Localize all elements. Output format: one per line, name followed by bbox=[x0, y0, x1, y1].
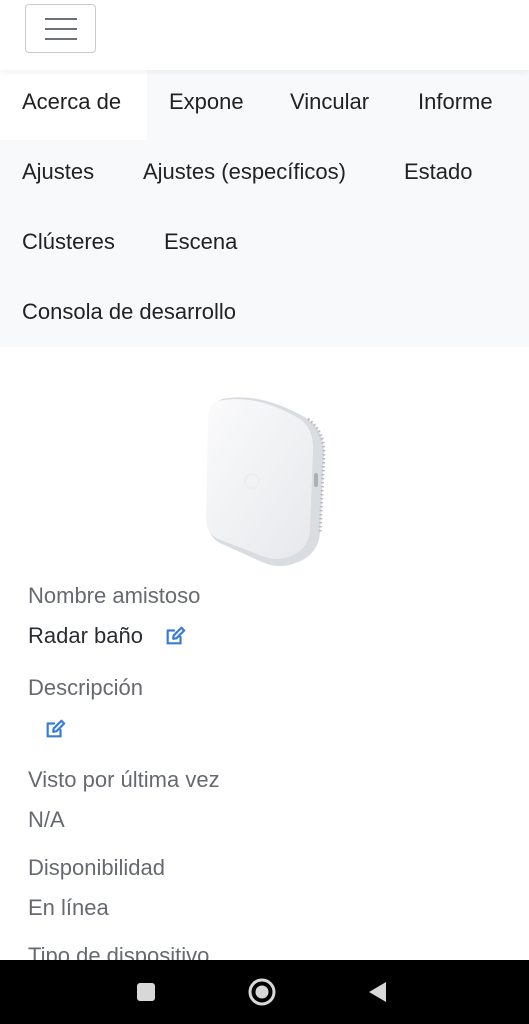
hamburger-line bbox=[45, 28, 77, 30]
hamburger-line bbox=[45, 38, 77, 40]
tab-reporting[interactable]: Informe bbox=[418, 70, 493, 140]
availability-value: En línea bbox=[28, 895, 109, 920]
tab-bind[interactable]: Vincular bbox=[290, 70, 369, 140]
friendly-name-label: Nombre amistoso bbox=[28, 583, 201, 608]
tab-dev-console[interactable]: Consola de desarrollo bbox=[22, 280, 236, 350]
tab-settings-specific[interactable]: Ajustes (específicos) bbox=[143, 140, 346, 210]
friendly-name-value: Radar baño bbox=[28, 623, 143, 648]
tab-exposes[interactable]: Expone bbox=[169, 70, 244, 140]
hamburger-menu-icon bbox=[45, 18, 77, 20]
system-nav-bar bbox=[0, 960, 529, 1024]
tab-scene[interactable]: Escena bbox=[164, 210, 237, 280]
tab-about[interactable]: Acerca de bbox=[0, 70, 147, 140]
availability-label: Disponibilidad bbox=[28, 855, 165, 880]
triangle-back-icon[interactable] bbox=[362, 976, 394, 1008]
tab-settings[interactable]: Ajustes bbox=[22, 140, 94, 210]
last-seen-label: Visto por última vez bbox=[28, 767, 220, 792]
top-bar bbox=[0, 0, 529, 70]
square-icon[interactable] bbox=[130, 976, 162, 1008]
description-label: Descripción bbox=[28, 675, 143, 700]
circle-icon[interactable] bbox=[246, 976, 278, 1008]
edit-icon[interactable] bbox=[44, 718, 66, 740]
last-seen-value: N/A bbox=[28, 807, 65, 832]
device-tabs: Acerca de Expone Vincular Informe Ajuste… bbox=[0, 70, 529, 347]
tab-clusters[interactable]: Clústeres bbox=[22, 210, 115, 280]
edit-icon[interactable] bbox=[164, 625, 186, 647]
device-image bbox=[206, 397, 326, 566]
tab-state[interactable]: Estado bbox=[404, 140, 473, 210]
menu-toggle-button[interactable] bbox=[25, 4, 96, 53]
